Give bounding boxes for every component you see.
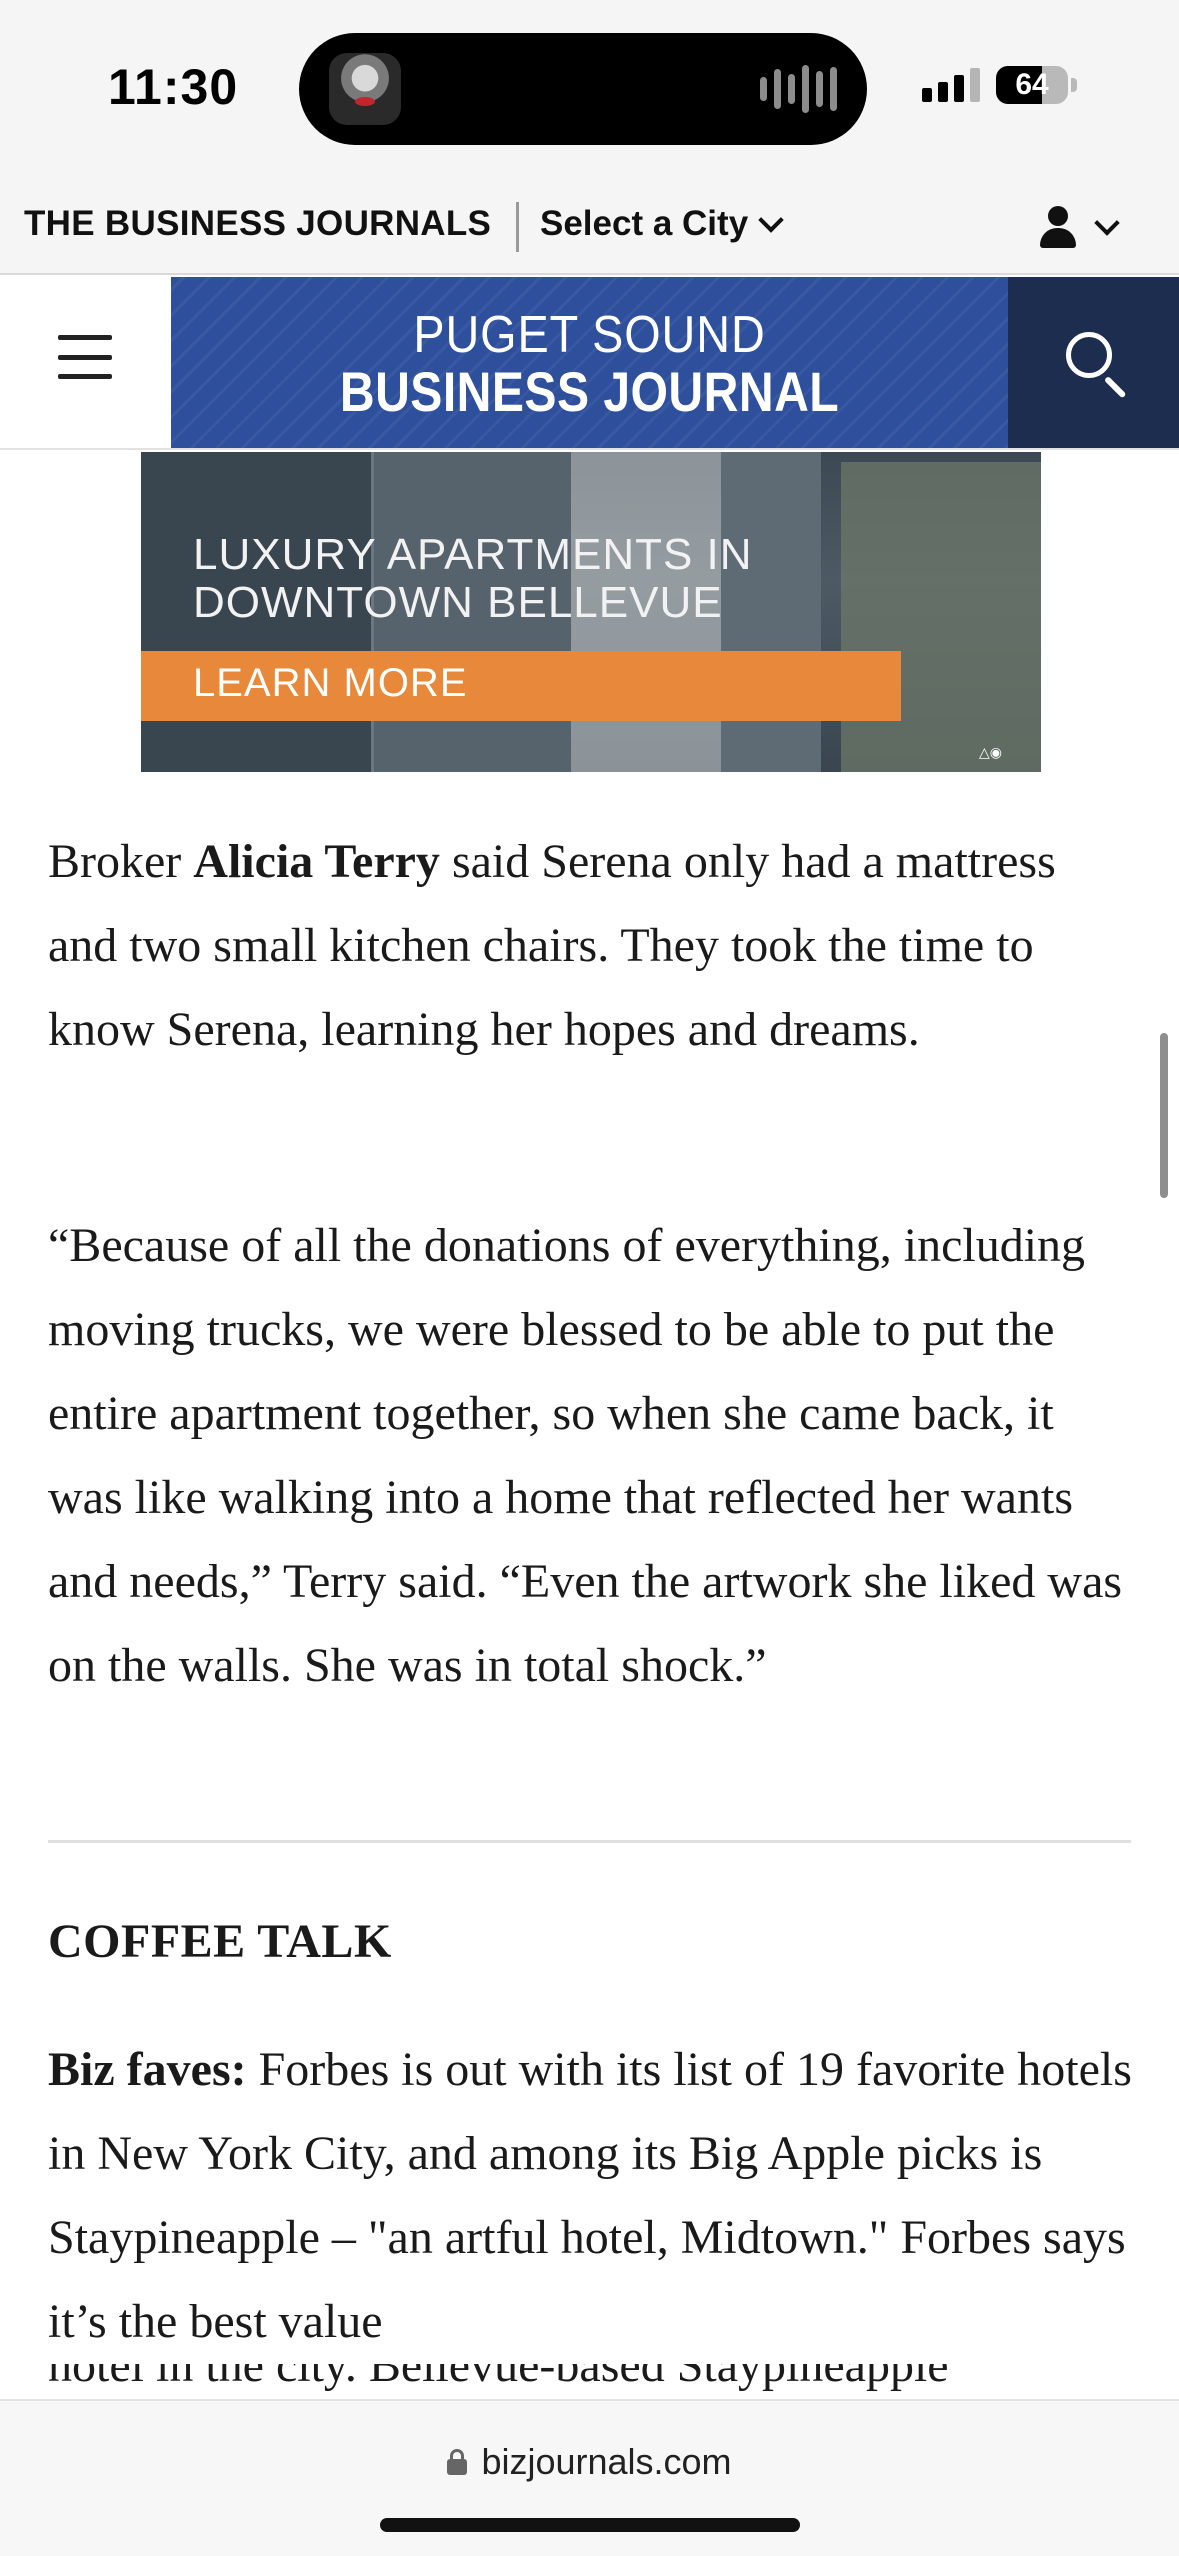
city-select-dropdown[interactable]: Select a City [540, 204, 784, 244]
chevron-down-icon [1094, 210, 1120, 236]
publication-logo[interactable]: PUGET SOUND BUSINESS JOURNAL [171, 277, 1008, 448]
section-heading: COFFEE TALK [48, 1915, 392, 1968]
person-name: Alicia Terry [193, 835, 440, 888]
paragraph-lead: Biz faves: [48, 2043, 247, 2096]
account-menu-button[interactable] [1040, 202, 1120, 252]
ad-choices-icon[interactable]: △◉ [979, 744, 1015, 760]
hamburger-icon[interactable] [58, 335, 112, 379]
article-paragraph: Broker Alicia Terry said Serena only had… [48, 835, 1056, 1056]
article-paragraph-continued: hotel in the city. Bellevue-based Staypi… [48, 2364, 949, 2392]
cellular-signal-icon [922, 64, 980, 102]
divider [516, 202, 519, 252]
logo-line-2: BUSINESS JOURNAL [339, 360, 840, 423]
battery-level: 64 [1015, 68, 1049, 101]
article-paragraph: Biz faves: Forbes is out with its list o… [48, 2043, 1132, 2348]
ad-headline-2: DOWNTOWN BELLEVUE [193, 578, 723, 627]
chevron-down-icon [758, 207, 784, 233]
logo-line-1: PUGET SOUND [413, 306, 766, 364]
network-bar: THE BUSINESS JOURNALS Select a City [0, 172, 1179, 275]
scrollbar[interactable] [1160, 1033, 1168, 1198]
section-divider [48, 1840, 1131, 1843]
url-text: bizjournals.com [481, 2441, 732, 2482]
lock-icon [447, 2449, 468, 2475]
search-icon [1066, 332, 1112, 378]
ad-cta-label: LEARN MORE [193, 661, 468, 705]
masthead: PUGET SOUND BUSINESS JOURNAL [0, 277, 1179, 450]
battery-icon: 64 [996, 66, 1068, 104]
search-button[interactable] [1008, 277, 1179, 448]
network-logo[interactable]: THE BUSINESS JOURNALS [24, 204, 491, 244]
home-indicator[interactable] [380, 2518, 800, 2532]
article-paragraph: “Because of all the donations of everyth… [48, 1219, 1123, 1692]
ad-learn-more-button[interactable]: LEARN MORE [141, 651, 901, 721]
advertisement-banner[interactable]: LUXURY APARTMENTS IN DOWNTOWN BELLEVUE L… [141, 452, 1041, 772]
dynamic-island[interactable] [299, 33, 867, 145]
ad-headline-1: LUXURY APARTMENTS IN [193, 530, 753, 579]
status-time: 11:30 [108, 59, 239, 115]
city-select-label: Select a City [540, 204, 749, 243]
url-display[interactable]: bizjournals.com [0, 2441, 1179, 2483]
browser-address-bar[interactable]: bizjournals.com [0, 2399, 1179, 2556]
status-bar: 11:30 64 [0, 0, 1179, 172]
now-playing-artwork [329, 53, 401, 125]
audio-waveform-icon [760, 63, 837, 115]
person-icon [1040, 206, 1076, 248]
